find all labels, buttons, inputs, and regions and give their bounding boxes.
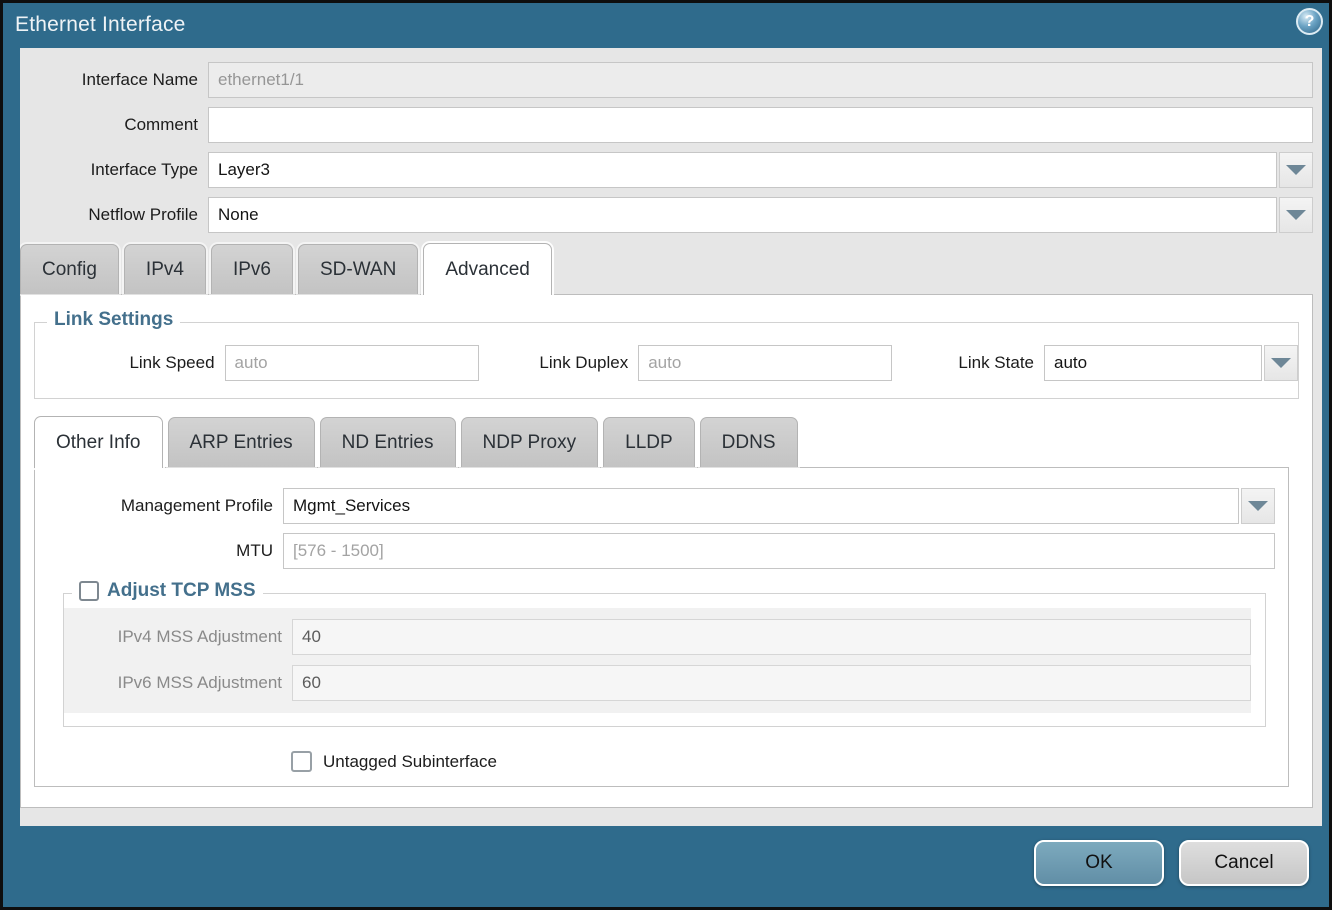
netflow-profile-row: Netflow Profile None bbox=[20, 197, 1313, 233]
ipv4-mss-input bbox=[292, 619, 1251, 655]
ipv4-mss-row: IPv4 MSS Adjustment bbox=[64, 619, 1251, 655]
link-duplex-label: Link Duplex bbox=[524, 353, 639, 373]
ipv6-mss-label: IPv6 MSS Adjustment bbox=[64, 673, 292, 693]
interface-name-field bbox=[208, 62, 1313, 98]
tab-ipv4[interactable]: IPv4 bbox=[124, 244, 206, 294]
link-state-value[interactable]: auto bbox=[1044, 345, 1262, 381]
tab-advanced[interactable]: Advanced bbox=[423, 243, 552, 295]
untagged-subinterface-row: Untagged Subinterface bbox=[291, 751, 1278, 772]
adjust-tcp-mss-legend: Adjust TCP MSS bbox=[72, 580, 263, 602]
management-profile-label: Management Profile bbox=[45, 496, 283, 516]
tab-other-info[interactable]: Other Info bbox=[34, 416, 163, 468]
tab-arp-entries[interactable]: ARP Entries bbox=[168, 417, 315, 467]
netflow-profile-value[interactable]: None bbox=[208, 197, 1277, 233]
mtu-input[interactable] bbox=[283, 533, 1275, 569]
adjust-tcp-mss-checkbox[interactable] bbox=[79, 581, 99, 601]
cancel-button[interactable]: Cancel bbox=[1179, 840, 1309, 886]
link-speed-label: Link Speed bbox=[95, 353, 225, 373]
interface-type-row: Interface Type Layer3 bbox=[20, 152, 1313, 188]
interface-type-value[interactable]: Layer3 bbox=[208, 152, 1277, 188]
tab-ipv6[interactable]: IPv6 bbox=[211, 244, 293, 294]
mss-disabled-group: IPv4 MSS Adjustment IPv6 MSS Adjustment bbox=[64, 608, 1251, 713]
ethernet-interface-dialog: Ethernet Interface ? Interface Name Comm… bbox=[0, 0, 1332, 910]
ipv6-mss-row: IPv6 MSS Adjustment bbox=[64, 665, 1251, 701]
management-profile-dropdown-button[interactable] bbox=[1241, 488, 1275, 524]
link-state-dropdown-button[interactable] bbox=[1264, 345, 1298, 381]
netflow-profile-dropdown[interactable]: None bbox=[208, 197, 1313, 233]
adjust-tcp-mss-legend-text: Adjust TCP MSS bbox=[107, 580, 256, 602]
main-tab-strip: Config IPv4 IPv6 SD-WAN Advanced bbox=[20, 243, 1322, 294]
tab-lldp[interactable]: LLDP bbox=[603, 417, 695, 467]
interface-type-dropdown[interactable]: Layer3 bbox=[208, 152, 1313, 188]
dialog-title: Ethernet Interface bbox=[3, 3, 1329, 37]
management-profile-value[interactable]: Mgmt_Services bbox=[283, 488, 1239, 524]
comment-field[interactable] bbox=[208, 107, 1313, 143]
management-profile-dropdown[interactable]: Mgmt_Services bbox=[283, 488, 1275, 524]
untagged-subinterface-label: Untagged Subinterface bbox=[323, 752, 497, 772]
chevron-down-icon bbox=[1286, 210, 1306, 220]
tab-ddns[interactable]: DDNS bbox=[700, 417, 798, 467]
link-speed-input[interactable] bbox=[225, 345, 479, 381]
advanced-tab-panel: Link Settings Link Speed Link Duplex Lin… bbox=[20, 294, 1313, 808]
link-settings-fieldset: Link Settings Link Speed Link Duplex Lin… bbox=[34, 322, 1299, 399]
ipv6-mss-input bbox=[292, 665, 1251, 701]
comment-row: Comment bbox=[20, 107, 1313, 143]
netflow-profile-label: Netflow Profile bbox=[20, 205, 208, 225]
sub-tab-strip: Other Info ARP Entries ND Entries NDP Pr… bbox=[34, 416, 1302, 467]
dialog-footer: OK Cancel bbox=[3, 826, 1329, 907]
tab-nd-entries[interactable]: ND Entries bbox=[320, 417, 456, 467]
help-icon[interactable]: ? bbox=[1296, 8, 1323, 35]
dialog-titlebar: Ethernet Interface ? bbox=[3, 3, 1329, 48]
netflow-profile-dropdown-button[interactable] bbox=[1279, 197, 1313, 233]
dialog-content: Interface Name Comment Interface Type La… bbox=[20, 48, 1322, 826]
interface-type-label: Interface Type bbox=[20, 160, 208, 180]
chevron-down-icon bbox=[1286, 165, 1306, 175]
other-info-panel: Management Profile Mgmt_Services MTU bbox=[34, 467, 1289, 787]
ok-button[interactable]: OK bbox=[1034, 840, 1164, 886]
interface-name-label: Interface Name bbox=[20, 70, 208, 90]
link-state-label: Link State bbox=[952, 353, 1044, 373]
management-profile-row: Management Profile Mgmt_Services bbox=[45, 488, 1275, 524]
interface-type-dropdown-button[interactable] bbox=[1279, 152, 1313, 188]
mtu-row: MTU bbox=[45, 533, 1275, 569]
chevron-down-icon bbox=[1271, 358, 1291, 368]
tab-ndp-proxy[interactable]: NDP Proxy bbox=[461, 417, 599, 467]
tab-sdwan[interactable]: SD-WAN bbox=[298, 244, 418, 294]
ipv4-mss-label: IPv4 MSS Adjustment bbox=[64, 627, 292, 647]
link-settings-row: Link Speed Link Duplex Link State auto bbox=[35, 323, 1298, 381]
mtu-label: MTU bbox=[45, 541, 283, 561]
tab-config[interactable]: Config bbox=[20, 244, 119, 294]
link-duplex-input[interactable] bbox=[638, 345, 892, 381]
comment-label: Comment bbox=[20, 115, 208, 135]
link-settings-legend: Link Settings bbox=[47, 309, 180, 331]
interface-name-row: Interface Name bbox=[20, 62, 1313, 98]
link-state-dropdown[interactable]: auto bbox=[1044, 345, 1298, 381]
untagged-subinterface-checkbox[interactable] bbox=[291, 751, 312, 772]
chevron-down-icon bbox=[1248, 501, 1268, 511]
adjust-tcp-mss-fieldset: Adjust TCP MSS IPv4 MSS Adjustment IPv6 … bbox=[63, 593, 1266, 727]
